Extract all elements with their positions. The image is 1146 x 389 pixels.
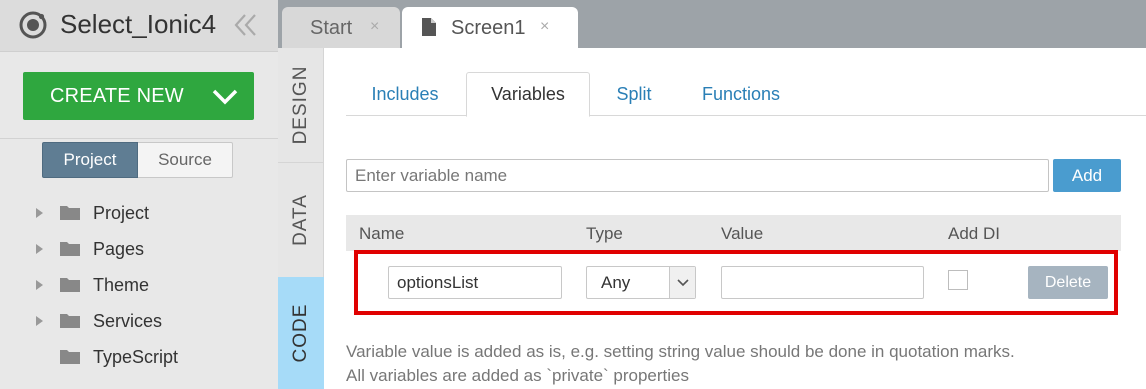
add-variable-button[interactable]: Add <box>1053 159 1121 192</box>
sidebar-header: Select_Ionic4 <box>0 0 278 52</box>
tab-split[interactable]: Split <box>592 72 676 116</box>
tree-item-typescript[interactable]: TypeScript <box>0 343 278 373</box>
tab-data[interactable]: DATA <box>278 162 324 276</box>
expand-arrow-icon[interactable] <box>36 280 43 290</box>
document-tab-strip: Start × Screen1 × <box>278 0 1146 48</box>
tab-code-label: CODE <box>290 303 311 363</box>
project-sidebar: Select_Ionic4 CREATE NEW Project Source … <box>0 0 278 389</box>
variables-table-header: Name Type Value Add DI <box>346 215 1121 251</box>
variable-type-value: Any <box>601 273 631 292</box>
variable-name-field[interactable] <box>388 266 562 299</box>
tree-item-label: Theme <box>93 275 150 295</box>
tree-item-theme[interactable]: Theme <box>0 271 278 301</box>
code-sub-tabs: Includes Variables Split Functions <box>346 72 1146 117</box>
chevron-down-icon[interactable] <box>669 267 695 298</box>
variable-name-input[interactable] <box>346 159 1049 192</box>
folder-icon <box>60 314 80 328</box>
tree-item-pages[interactable]: Pages <box>0 235 278 265</box>
tab-design-label: DESIGN <box>290 65 311 145</box>
tree-item-label: TypeScript <box>93 347 179 367</box>
chevron-down-icon[interactable] <box>211 86 239 108</box>
folder-icon <box>60 242 80 256</box>
tab-functions[interactable]: Functions <box>678 72 804 116</box>
column-header-value: Value <box>721 224 764 243</box>
expand-arrow-icon[interactable] <box>36 316 43 326</box>
tab-start[interactable]: Start × <box>282 7 400 48</box>
tab-screen1[interactable]: Screen1 × <box>402 7 578 48</box>
tab-variables[interactable]: Variables <box>466 72 590 117</box>
folder-icon <box>60 350 80 364</box>
column-header-type: Type <box>586 224 623 243</box>
code-panel: Includes Variables Split Functions Add N… <box>324 48 1146 389</box>
editor-mode-tabs: DESIGN DATA CODE <box>278 48 324 389</box>
source-segment-button[interactable]: Source <box>138 142 233 178</box>
delete-variable-button[interactable]: Delete <box>1028 266 1108 299</box>
variable-value-field[interactable] <box>721 266 924 299</box>
expand-arrow-icon[interactable] <box>36 208 43 218</box>
variables-hint-text-private: All variables are added as `private` pro… <box>346 366 690 385</box>
tree-item-label: Project <box>93 203 150 223</box>
project-segment-button[interactable]: Project <box>42 142 138 178</box>
file-icon <box>422 18 436 36</box>
tab-data-label: DATA <box>290 193 311 246</box>
tab-includes[interactable]: Includes <box>346 72 464 116</box>
create-new-button[interactable]: CREATE NEW <box>23 72 254 120</box>
sidebar-divider <box>0 138 278 139</box>
tab-design[interactable]: DESIGN <box>278 48 324 162</box>
tab-label: Start <box>310 17 353 39</box>
tab-label: Screen1 <box>451 17 526 39</box>
create-new-label: CREATE NEW <box>50 85 184 107</box>
close-icon[interactable]: × <box>540 18 549 36</box>
folder-icon <box>60 206 80 220</box>
close-icon[interactable]: × <box>370 18 379 36</box>
tree-item-label: Services <box>93 311 163 331</box>
project-title: Select_Ionic4 <box>60 9 217 39</box>
ionic-logo-icon <box>19 11 47 39</box>
column-header-add-di: Add DI <box>948 224 1000 243</box>
variable-type-select[interactable]: Any <box>586 266 696 299</box>
tab-code[interactable]: CODE <box>278 277 324 389</box>
project-source-toggle: Project Source <box>42 142 233 178</box>
double-chevron-left-icon[interactable] <box>232 10 260 40</box>
folder-icon <box>60 278 80 292</box>
tree-item-label: Pages <box>93 239 145 259</box>
expand-arrow-icon[interactable] <box>36 244 43 254</box>
add-di-checkbox[interactable] <box>948 270 968 290</box>
tree-item-project[interactable]: Project <box>0 199 278 229</box>
column-header-name: Name <box>359 224 405 243</box>
variables-hint-text: Variable value is added as is, e.g. sett… <box>346 342 1015 361</box>
tree-item-services[interactable]: Services <box>0 307 278 337</box>
